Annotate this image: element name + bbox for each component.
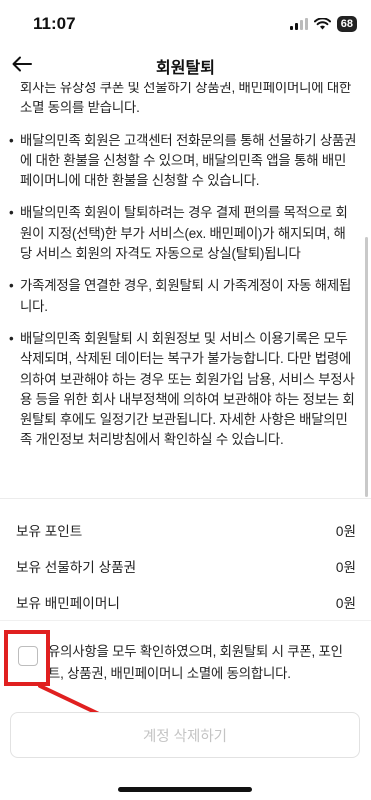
status-icons: 68 [289,16,357,32]
consent-row[interactable]: 유의사항을 모두 확인하였으며, 회원탈퇴 시 쿠폰, 포인트, 상품권, 배민… [12,640,357,685]
balance-list: 보유 포인트 0원 보유 선물하기 상품권 0원 보유 배민페이머니 0원 [0,512,371,620]
balance-label: 보유 배민페이머니 [16,596,120,611]
scrollbar[interactable] [365,237,368,497]
notice-item: 회사는 유상성 쿠폰 및 선물하기 상품권, 배민페이머니에 대한 소멸 동의를… [20,82,352,116]
notice-list[interactable]: 회사는 유상성 쿠폰 및 선물하기 상품권, 배민페이머니에 대한 소멸 동의를… [0,82,371,498]
home-indicator [118,787,252,792]
balance-label: 보유 포인트 [16,524,83,539]
annotation-highlight-box [4,630,50,686]
balance-value: 0원 [335,596,356,611]
delete-account-button[interactable]: 계정 삭제하기 [10,712,360,758]
divider [0,498,371,499]
page-title: 회원탈퇴 [156,60,215,77]
notice-item: 배달의민족 회원은 고객센터 전화문의를 통해 선물하기 상품권에 대한 환불을… [0,131,371,192]
header: 회원탈퇴 [0,46,371,82]
status-bar: 11:07 68 [0,0,371,46]
balance-row-gift-voucher: 보유 선물하기 상품권 0원 [0,548,371,584]
balance-row-baemin-pay: 보유 배민페이머니 0원 [0,584,371,620]
wifi-icon [313,18,331,30]
battery-indicator: 68 [336,16,357,32]
status-time: 11:07 [33,14,76,33]
notice-item: 가족계정을 연결한 경우, 회원탈퇴 시 가족계정이 자동 해제됩니다. [0,276,371,317]
balance-label: 보유 선물하기 상품권 [16,560,137,575]
signal-icon [289,18,308,30]
balance-row-points: 보유 포인트 0원 [0,512,371,548]
notice-item: 배달의민족 회원이 탈퇴하려는 경우 결제 편의를 목적으로 회원이 지정(선택… [0,203,371,264]
balance-value: 0원 [335,560,356,575]
divider [0,620,371,621]
balance-value: 0원 [335,524,356,539]
notice-item: 배달의민족 회원탈퇴 시 회원정보 및 서비스 이용기록은 모두 삭제되며, 삭… [0,329,371,451]
consent-label[interactable]: 유의사항을 모두 확인하였으며, 회원탈퇴 시 쿠폰, 포인트, 상품권, 배민… [48,640,357,685]
